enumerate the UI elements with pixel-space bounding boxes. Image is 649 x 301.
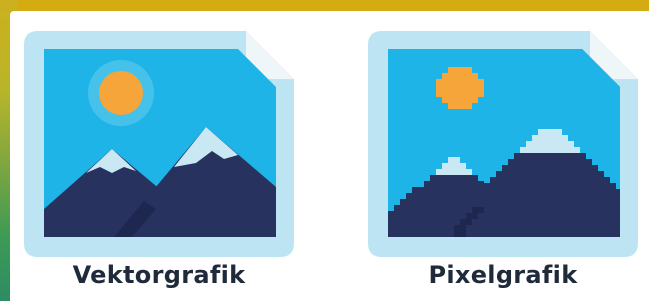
pixel-image-file-icon	[368, 31, 638, 257]
pixel-graphic-label: Pixelgrafik	[428, 261, 578, 289]
pixel-graphic-card	[368, 31, 638, 257]
vector-graphic-card	[24, 31, 294, 257]
vector-graphic-label: Vektorgrafik	[72, 261, 246, 289]
content-panel: Vektorgrafik Pixelgrafik	[10, 11, 649, 301]
vector-image-file-icon	[24, 31, 294, 257]
